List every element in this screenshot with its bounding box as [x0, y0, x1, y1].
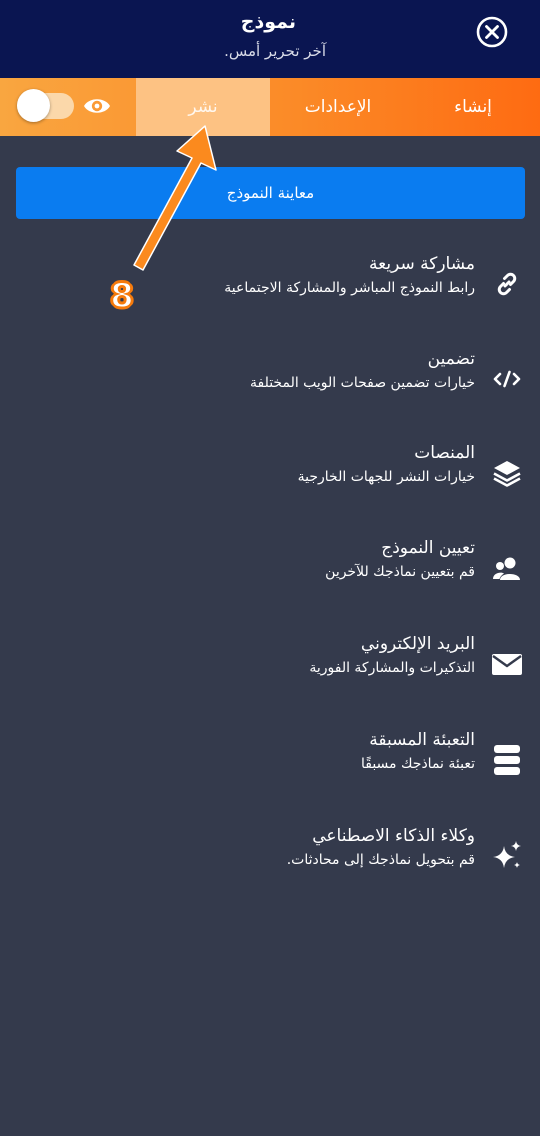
- menu-item-title: وكلاء الذكاء الاصطناعي: [312, 826, 475, 846]
- menu-item-prefill[interactable]: التعبئة المسبقة تعبئة نماذجك مسبقًا: [0, 730, 540, 800]
- sparkles-icon: [493, 841, 521, 868]
- close-icon[interactable]: [475, 15, 509, 49]
- menu-item-title: المنصات: [414, 443, 475, 463]
- toggle-knob: [17, 89, 50, 122]
- tab-publish[interactable]: نشر: [136, 78, 270, 136]
- menu-item-title: تضمين: [427, 349, 475, 369]
- form-title: نموذج: [240, 11, 296, 33]
- tab-create[interactable]: إنشاء: [406, 78, 540, 136]
- menu-item-desc: التذكيرات والمشاركة الفورية: [309, 660, 475, 676]
- menu-item-assign-form[interactable]: تعيين النموذج قم بتعيين نماذجك للآخرين: [0, 538, 540, 608]
- menu-item-title: التعبئة المسبقة: [369, 730, 475, 750]
- menu-item-title: تعيين النموذج: [381, 538, 475, 558]
- menu-item-desc: قم بتحويل نماذجك إلى محادثات.: [286, 852, 475, 868]
- menu-item-desc: تعبئة نماذجك مسبقًا: [360, 756, 475, 772]
- publish-toggle[interactable]: [17, 89, 74, 122]
- layers-icon: [493, 461, 521, 487]
- eye-icon[interactable]: [82, 94, 112, 118]
- menu-item-quick-share[interactable]: مشاركة سريعة رابط النموذج المباشر والمشا…: [0, 254, 540, 324]
- prefill-icon: [494, 745, 520, 775]
- tab-settings[interactable]: الإعدادات: [270, 78, 406, 136]
- menu-item-title: البريد الإلكتروني: [360, 634, 475, 654]
- annotation-number: 8: [109, 275, 135, 317]
- code-icon: [493, 370, 521, 388]
- menu-item-email[interactable]: البريد الإلكتروني التذكيرات والمشاركة ال…: [0, 634, 540, 704]
- last-edited-text: آخر تحرير أمس.: [224, 42, 326, 60]
- link-icon: [497, 272, 517, 296]
- menu-item-embed[interactable]: تضمين خيارات تضمين صفحات الويب المختلفة: [0, 349, 540, 419]
- users-icon: [493, 557, 520, 580]
- menu-item-title: مشاركة سريعة: [369, 254, 475, 274]
- menu-item-desc: رابط النموذج المباشر والمشاركة الاجتماعي…: [224, 280, 475, 296]
- tab-bar: إنشاء الإعدادات نشر: [0, 78, 540, 136]
- preview-form-button[interactable]: معاينة النموذج: [16, 167, 525, 219]
- menu-item-desc: خيارات تضمين صفحات الويب المختلفة: [249, 375, 475, 391]
- app-header: نموذج آخر تحرير أمس.: [0, 0, 540, 78]
- menu-item-platforms[interactable]: المنصات خيارات النشر للجهات الخارجية: [0, 443, 540, 513]
- menu-item-desc: خيارات النشر للجهات الخارجية: [297, 469, 475, 485]
- menu-item-desc: قم بتعيين نماذجك للآخرين: [325, 564, 475, 580]
- menu-item-ai-agents[interactable]: وكلاء الذكاء الاصطناعي قم بتحويل نماذجك …: [0, 826, 540, 896]
- mail-icon: [492, 654, 522, 675]
